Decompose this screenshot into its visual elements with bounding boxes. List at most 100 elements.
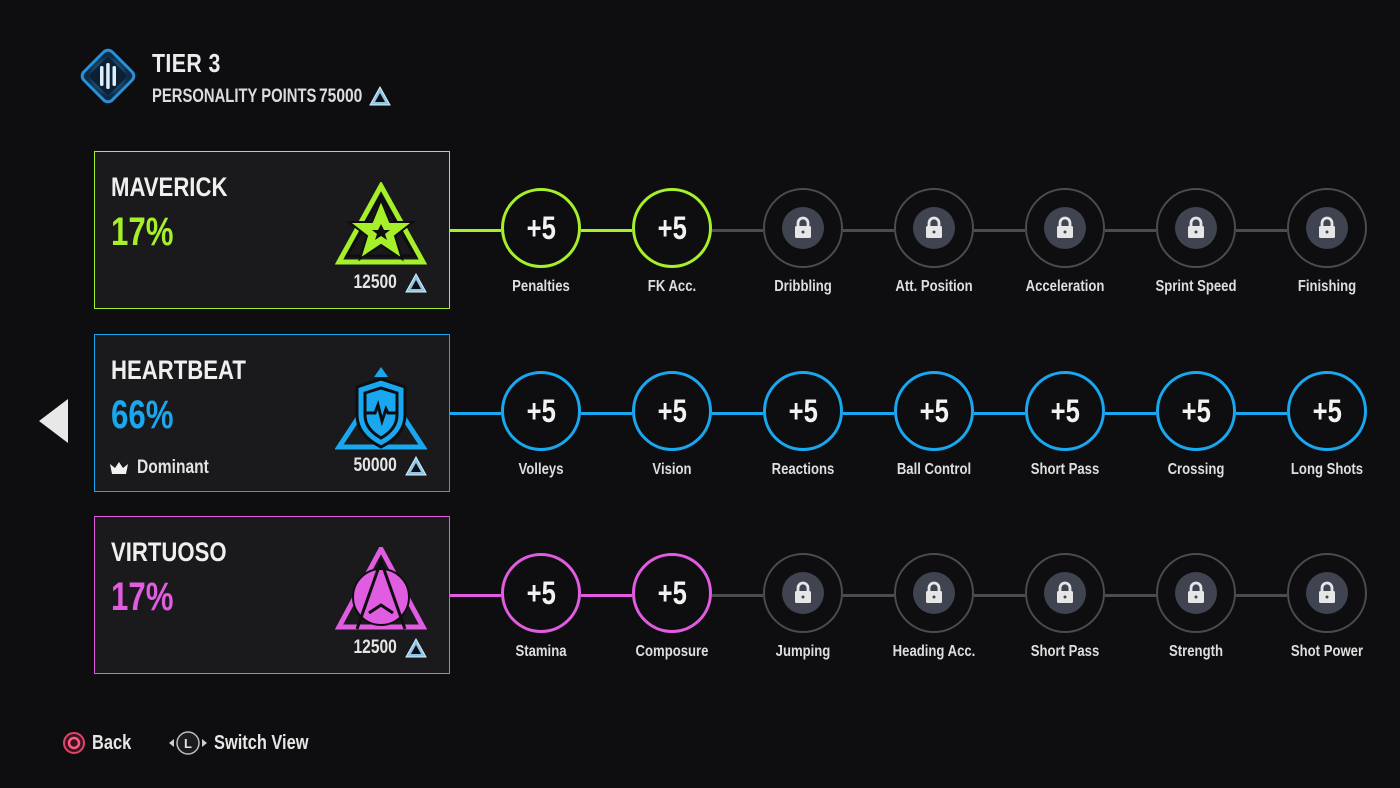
tier-emblem-icon (80, 48, 136, 104)
node-value: +5 (1181, 392, 1211, 429)
lock-icon (1306, 572, 1348, 614)
track-connector (843, 594, 894, 597)
track-connector (843, 229, 894, 232)
attribute-node-locked[interactable] (1025, 188, 1105, 268)
track-connector (843, 412, 894, 415)
attribute-label: Volleys (518, 461, 564, 478)
personality-cost: 12500 (344, 272, 427, 294)
personality-percent: 17% (111, 210, 174, 254)
crown-icon (110, 462, 128, 474)
personality-cost: 50000 (344, 455, 427, 477)
l-button-glyph: L (184, 736, 192, 751)
personality-cost: 12500 (344, 637, 427, 659)
attribute-label: Composure (635, 643, 709, 660)
attribute-node-locked[interactable] (1156, 188, 1236, 268)
attribute-label: Short Pass (1030, 643, 1100, 660)
footer-controls: Back L Switch View (62, 730, 329, 756)
attribute-node-locked[interactable] (1287, 553, 1367, 633)
triangle-points-icon (405, 456, 427, 476)
attribute-label: Reactions (771, 461, 835, 478)
lock-icon (1044, 572, 1086, 614)
back-button[interactable]: Back (62, 731, 140, 755)
personality-row-heartbeat: HEARTBEAT 66% Dominant 50000 +5 Volleys … (0, 334, 1400, 496)
personality-points-value: 75000 (319, 86, 363, 107)
attribute-label: FK Acc. (647, 278, 697, 295)
lock-icon (1044, 207, 1086, 249)
shield-heartbeat-icon (335, 367, 427, 450)
attribute-node-locked[interactable] (894, 188, 974, 268)
track-connector (712, 594, 763, 597)
track-connector (712, 412, 763, 415)
track-connector (450, 412, 501, 415)
tier-title: TIER 3 (152, 48, 221, 78)
lock-icon (782, 207, 824, 249)
switch-view-button[interactable]: L Switch View (168, 730, 329, 756)
attribute-node[interactable]: +5 (632, 371, 712, 451)
track-connector (450, 229, 501, 232)
personality-percent: 17% (111, 575, 174, 619)
node-value: +5 (1050, 392, 1080, 429)
cost-value: 12500 (353, 637, 397, 658)
node-value: +5 (526, 392, 556, 429)
attribute-node[interactable]: +5 (763, 371, 843, 451)
attribute-label: Strength (1169, 643, 1223, 660)
personality-name: MAVERICK (111, 172, 228, 202)
node-value: +5 (657, 209, 687, 246)
node-value: +5 (1312, 392, 1342, 429)
triangle-points-icon (405, 638, 427, 658)
attribute-node-locked[interactable] (1156, 553, 1236, 633)
attribute-node-locked[interactable] (763, 553, 843, 633)
attribute-node-locked[interactable] (763, 188, 843, 268)
track-connector (1236, 412, 1287, 415)
attribute-node[interactable]: +5 (501, 553, 581, 633)
attribute-label: Short Pass (1030, 461, 1100, 478)
track-connector (581, 594, 632, 597)
attribute-label: Dribbling (774, 278, 832, 295)
attribute-node[interactable]: +5 (894, 371, 974, 451)
attribute-label: Heading Acc. (892, 643, 976, 660)
track-connector (581, 412, 632, 415)
attribute-label: Penalties (512, 278, 570, 295)
lock-icon (913, 207, 955, 249)
personality-card-maverick[interactable]: MAVERICK 17% 12500 (94, 151, 450, 309)
node-value: +5 (788, 392, 818, 429)
track-connector (1105, 229, 1156, 232)
personality-points-label: PERSONALITY POINTS (152, 86, 317, 107)
attribute-label: Crossing (1167, 461, 1225, 478)
triangle-points-icon (369, 86, 391, 106)
cost-value: 12500 (353, 272, 397, 293)
dominant-indicator: Dominant (109, 457, 225, 479)
attribute-label: Long Shots (1290, 461, 1364, 478)
attribute-node[interactable]: +5 (632, 553, 712, 633)
node-value: +5 (526, 209, 556, 246)
attribute-label: Ball Control (896, 461, 972, 478)
attribute-label: Stamina (515, 643, 567, 660)
lock-icon (782, 572, 824, 614)
personality-points: PERSONALITY POINTS 75000 (152, 86, 391, 108)
attribute-node[interactable]: +5 (1025, 371, 1105, 451)
node-value: +5 (657, 574, 687, 611)
switch-view-label: Switch View (213, 731, 309, 754)
lock-icon (1306, 207, 1348, 249)
personality-name: VIRTUOSO (111, 537, 227, 567)
attribute-label: Finishing (1297, 278, 1357, 295)
personality-row-virtuoso: VIRTUOSO 17% 12500 +5 Stamina +5 Composu… (0, 516, 1400, 678)
attribute-node[interactable]: +5 (632, 188, 712, 268)
personality-card-heartbeat[interactable]: HEARTBEAT 66% Dominant 50000 (94, 334, 450, 492)
attribute-node[interactable]: +5 (1287, 371, 1367, 451)
personality-percent: 66% (111, 393, 174, 437)
personality-row-maverick: MAVERICK 17% 12500 +5 Penalties +5 FK Ac… (0, 151, 1400, 313)
track-connector (1105, 594, 1156, 597)
attribute-node-locked[interactable] (1025, 553, 1105, 633)
track-connector (1105, 412, 1156, 415)
personality-card-virtuoso[interactable]: VIRTUOSO 17% 12500 (94, 516, 450, 674)
node-value: +5 (657, 392, 687, 429)
attribute-node[interactable]: +5 (501, 371, 581, 451)
track-connector (1236, 229, 1287, 232)
attribute-node-locked[interactable] (1287, 188, 1367, 268)
attribute-node-locked[interactable] (894, 553, 974, 633)
lock-icon (1175, 572, 1217, 614)
attribute-node[interactable]: +5 (1156, 371, 1236, 451)
track-connector (974, 594, 1025, 597)
attribute-node[interactable]: +5 (501, 188, 581, 268)
